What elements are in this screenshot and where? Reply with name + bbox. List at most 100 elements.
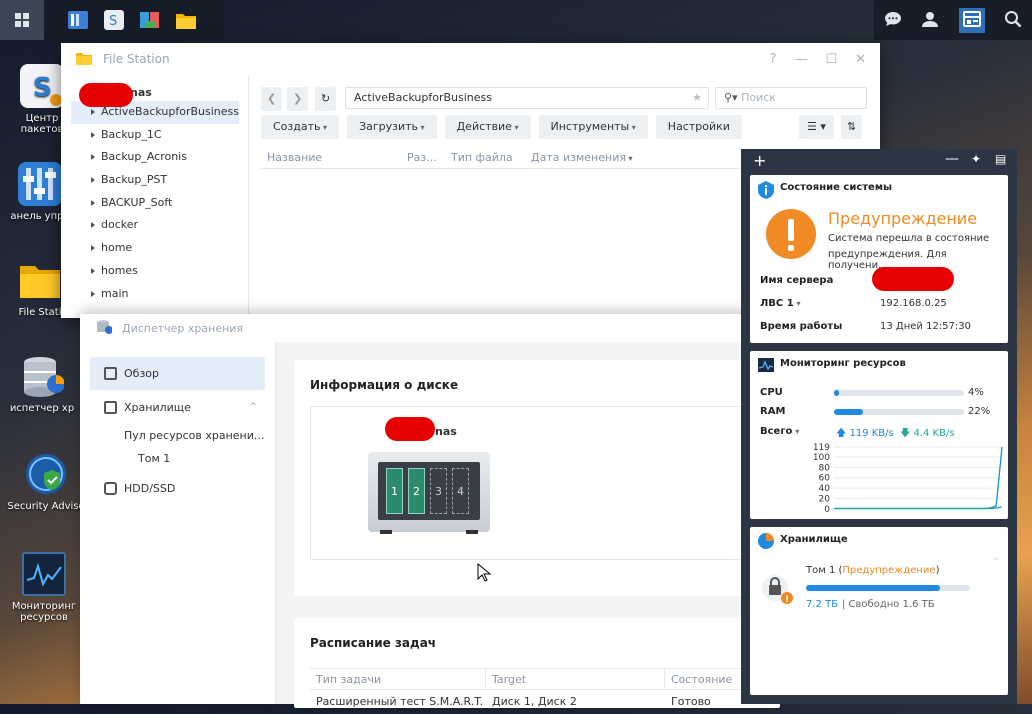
total-label[interactable]: Всего: [760, 426, 799, 437]
arrow-up-icon: 🡅: [836, 428, 847, 439]
redaction-mark: [79, 83, 133, 107]
folder-label: main: [101, 286, 129, 300]
nav-label: Хранилище: [124, 401, 191, 414]
path-bar[interactable]: ActiveBackupforBusiness ★: [345, 87, 709, 109]
volume-status: Предупреждение: [842, 565, 936, 576]
folder-item[interactable]: docker: [61, 214, 248, 237]
folder-item[interactable]: Backup_1C: [61, 124, 248, 147]
task-type-cell: Расширенный тест S.M.A.R.T.: [316, 695, 484, 708]
disk-panel: nas 1 2 3 4: [310, 406, 780, 560]
minimize-icon[interactable]: —: [945, 151, 959, 167]
pin-icon[interactable]: ✦: [971, 152, 981, 166]
storage-manager-icon[interactable]: [60, 0, 96, 40]
folder-item[interactable]: BACKUP_Soft: [61, 192, 248, 215]
refresh-icon[interactable]: ↻: [315, 87, 337, 111]
folder-label: BACKUP_Soft: [101, 195, 173, 209]
folder-icon[interactable]: [168, 0, 204, 40]
star-icon[interactable]: ★: [692, 88, 702, 108]
search-input[interactable]: ⚲▾ Поиск: [715, 87, 867, 109]
nav-pool[interactable]: Пул ресурсов хранени...: [80, 424, 275, 447]
chevron-up-icon[interactable]: ^: [992, 557, 1000, 567]
help-button[interactable]: ?: [770, 52, 777, 67]
folder-item[interactable]: main: [61, 283, 248, 306]
search-icon[interactable]: [1004, 10, 1022, 31]
y-tick-label: 0: [824, 505, 830, 515]
action-button[interactable]: Действие: [444, 115, 531, 139]
widget-panel: + — ✦ ▤ Состояние системы Предупреждение…: [741, 149, 1017, 704]
folder-label: Backup_1C: [101, 127, 162, 141]
redaction-mark: [872, 267, 954, 291]
upload-button[interactable]: Загрузить: [347, 115, 437, 139]
window-titlebar[interactable]: File Station ? — ☐ ✕: [61, 43, 880, 75]
col-status[interactable]: Состояние: [665, 669, 732, 689]
desktop-resource-monitor[interactable]: Мониторинг ресурсов: [0, 552, 92, 623]
network-chart: 020406080100119: [813, 443, 1003, 515]
column-size[interactable]: Раз...: [407, 147, 451, 168]
dock-icon[interactable]: ▤: [995, 152, 1006, 166]
disk-slot[interactable]: 2: [408, 468, 425, 514]
cpu-value: 4%: [968, 387, 984, 398]
folder-label: home: [101, 241, 133, 255]
taskbar-left: S: [0, 0, 224, 40]
disk-slot[interactable]: 3: [430, 468, 447, 514]
desktop-label: Мониторинг ресурсов: [11, 601, 77, 623]
folder-item[interactable]: Backup_PST: [61, 169, 248, 192]
user-icon[interactable]: [921, 10, 939, 31]
widget-title: Хранилище: [780, 534, 848, 545]
create-button[interactable]: Создать: [261, 115, 340, 139]
target-cell: Диск 1, Диск 2: [492, 695, 577, 708]
nav-overview[interactable]: Обзор: [90, 357, 265, 390]
disk-slot[interactable]: 4: [452, 468, 469, 514]
folder-item[interactable]: Backup_Acronis: [61, 146, 248, 169]
widget-title: Состояние системы: [780, 182, 893, 193]
column-date[interactable]: Дата изменения: [531, 147, 633, 168]
column-type[interactable]: Тип файла: [451, 147, 531, 168]
tools-button[interactable]: Инструменты: [538, 115, 648, 139]
resource-monitor-widget: Мониторинг ресурсов CPU 4% RAM 22% Всего…: [750, 351, 1008, 519]
chat-icon[interactable]: [884, 10, 902, 31]
storage-manager-icon: [96, 319, 113, 338]
maximize-button[interactable]: ☐: [825, 52, 837, 67]
folder-item[interactable]: homes: [61, 260, 248, 283]
file-station-icon[interactable]: [132, 0, 168, 40]
disk-slot[interactable]: 1: [386, 468, 403, 514]
folder-item[interactable]: home: [61, 237, 248, 260]
lan-label[interactable]: ЛВС 1: [760, 298, 801, 309]
nav-volume[interactable]: Том 1: [80, 447, 275, 470]
view-list-icon[interactable]: ☰ ▾: [799, 115, 834, 139]
package-center-icon[interactable]: S: [96, 0, 132, 40]
apps-icon[interactable]: [0, 0, 44, 40]
folder-label: docker: [101, 218, 139, 232]
column-name[interactable]: Название: [261, 147, 407, 168]
y-tick-label: 80: [819, 463, 831, 473]
resource-monitor-icon: [22, 552, 66, 596]
ram-bar: [834, 409, 964, 415]
pie-chart-icon: [758, 533, 774, 552]
y-tick-label: 60: [819, 474, 831, 484]
schedule-header: Тип задачи Target Состояние: [310, 668, 780, 690]
package-center-icon: S: [20, 64, 64, 108]
y-tick-label: 100: [813, 453, 830, 463]
table-row[interactable]: Расширенный тест S.M.A.R.T. Диск 1, Диск…: [310, 690, 780, 714]
col-target[interactable]: Target: [486, 669, 665, 689]
chevron-up-icon[interactable]: ^: [249, 391, 257, 424]
ram-label: RAM: [760, 406, 786, 417]
close-button[interactable]: ✕: [855, 52, 866, 67]
nav-storage[interactable]: Хранилище ^: [80, 391, 275, 424]
desktop-storage-manager[interactable]: испетчер хр: [0, 354, 90, 414]
minimize-button[interactable]: —: [794, 52, 807, 67]
toolbar: Создать Загрузить Действие Инструменты Н…: [261, 115, 742, 139]
ram-value: 22%: [968, 406, 991, 417]
used-space: 7.2 ТБ: [806, 599, 839, 610]
nav-hdd[interactable]: HDD/SSD: [80, 472, 275, 505]
add-widget-icon[interactable]: +: [753, 151, 766, 170]
sort-icon[interactable]: ⇅: [841, 115, 863, 139]
folder-label: Backup_Acronis: [101, 150, 187, 164]
window-titlebar[interactable]: Диспетчер хранения: [80, 314, 780, 342]
col-task-type[interactable]: Тип задачи: [310, 669, 486, 689]
folder-icon: [75, 50, 93, 69]
widgets-icon[interactable]: [958, 7, 985, 33]
back-button[interactable]: ❮: [261, 87, 283, 111]
settings-button[interactable]: Настройки: [655, 115, 742, 139]
forward-button[interactable]: ❯: [287, 87, 309, 111]
